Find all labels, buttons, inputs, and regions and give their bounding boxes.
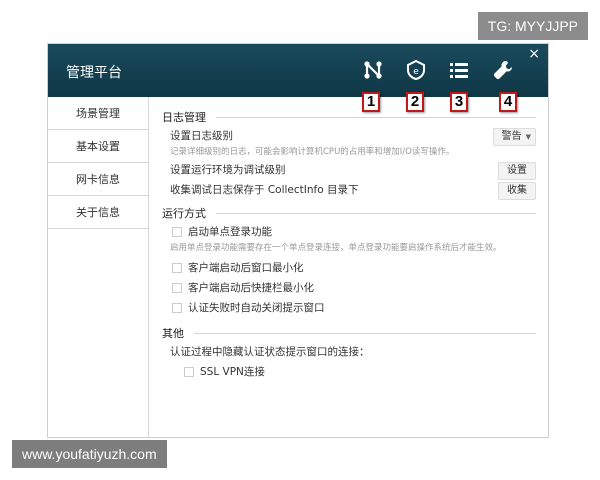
set-debug-button[interactable]: 设置 [498,162,536,180]
list-menu-icon[interactable] [445,56,473,84]
chevron-down-icon: ▼ [525,133,531,141]
sidebar-item-about[interactable]: 关于信息 [48,196,148,229]
auto-close-label: 认证失败时自动关闭提示窗口 [188,302,325,314]
debug-env-row: 设置运行环境为调试级别 设置 [162,160,536,180]
title-bar: 管理平台 × e [48,44,548,97]
hide-status-label: 认证过程中隐藏认证状态提示窗口的连接： [170,346,370,358]
sso-label: 启动单点登录功能 [188,226,272,238]
sso-checkbox[interactable] [172,227,182,237]
ssl-vpn-option: SSL VPN连接 [162,362,536,382]
section-run-title: 运行方式 [162,204,536,222]
auto-close-checkbox[interactable] [172,303,182,313]
close-icon[interactable]: × [528,46,540,62]
debug-env-label: 设置运行环境为调试级别 [170,164,286,176]
auto-close-option: 认证失败时自动关闭提示窗口 [162,298,536,318]
log-level-description: 记录详细级别的日志，可能会影响计算机CPU的占用率和增加I/O读写操作。 [170,147,455,157]
hide-status-row: 认证过程中隐藏认证状态提示窗口的连接： [162,342,536,362]
window-title: 管理平台 [66,65,122,81]
sidebar-item-nic-info[interactable]: 网卡信息 [48,163,148,196]
collect-log-label: 收集调试日志保存于 CollectInfo 目录下 [170,184,359,196]
ssl-vpn-label: SSL VPN连接 [200,366,265,378]
sso-description: 启用单点登录功能需要存在一个单点登录连接，单点登录功能要启操作系统后才能生效。 [170,243,502,253]
settings-content: 日志管理 设置日志级别 警告 ▼ 记录详细级别的日志，可能会影响计算机CPU的占用… [162,108,536,382]
sidebar-item-scene[interactable]: 场景管理 [48,97,148,130]
section-log-title: 日志管理 [162,108,536,126]
min-taskbar-checkbox[interactable] [172,283,182,293]
tg-badge: TG: MYYJJPP [477,12,588,40]
ssl-vpn-checkbox[interactable] [184,367,194,377]
min-window-checkbox[interactable] [172,263,182,273]
min-window-label: 客户端启动后窗口最小化 [188,262,304,274]
management-window: 管理平台 × e 1 2 3 4 场景管理 基本设置 网卡信息 关于信息 日志管… [47,43,549,438]
section-other-title: 其他 [162,324,536,342]
min-window-option: 客户端启动后窗口最小化 [162,258,536,278]
collect-log-row: 收集调试日志保存于 CollectInfo 目录下 收集 [162,180,536,200]
min-taskbar-option: 客户端启动后快捷栏最小化 [162,278,536,298]
min-taskbar-label: 客户端启动后快捷栏最小化 [188,282,314,294]
scene-nodes-icon[interactable] [359,56,387,84]
sso-option: 启动单点登录功能 [162,222,536,242]
watermark: www.youfatiyuzh.com [12,440,167,468]
shield-e-icon[interactable]: e [402,56,430,84]
log-level-row: 设置日志级别 警告 ▼ [162,126,536,146]
sidebar-item-basic-settings[interactable]: 基本设置 [48,130,148,163]
log-level-select[interactable]: 警告 ▼ [492,128,536,146]
collect-button[interactable]: 收集 [498,182,536,200]
svg-text:e: e [413,67,419,77]
sidebar-empty-area [48,237,149,437]
log-level-label: 设置日志级别 [170,130,233,142]
sidebar: 场景管理 基本设置 网卡信息 关于信息 [48,97,149,237]
wrench-settings-icon[interactable] [489,56,517,84]
